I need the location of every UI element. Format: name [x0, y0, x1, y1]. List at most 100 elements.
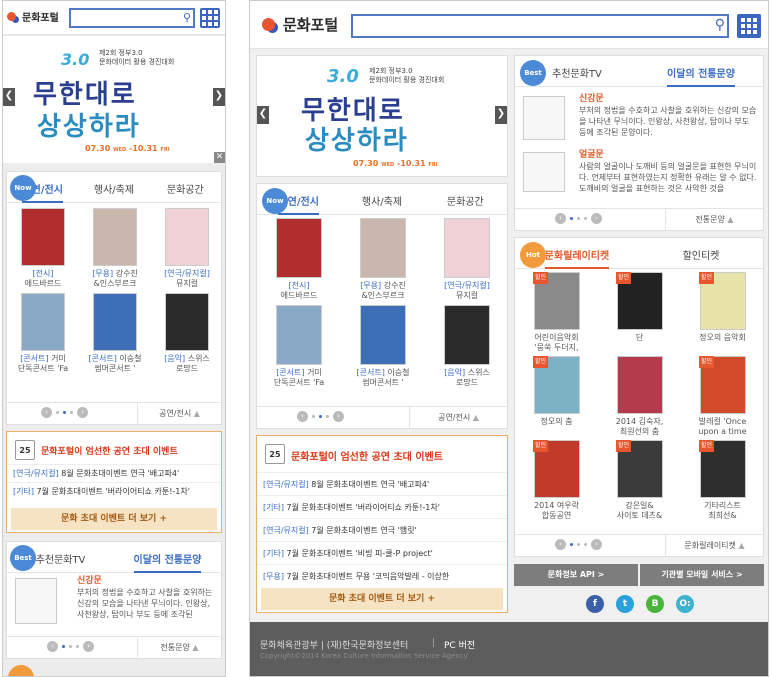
band-icon[interactable]: B [646, 595, 664, 613]
logo[interactable]: 문화포털 [262, 14, 338, 35]
twitter-icon[interactable]: t [616, 595, 634, 613]
prev-icon[interactable]: ‹ [41, 407, 52, 418]
tab-space[interactable]: 문화공간 [424, 184, 507, 214]
next-icon[interactable]: › [77, 407, 88, 418]
poster-image[interactable] [165, 293, 209, 351]
poster-image[interactable] [616, 356, 663, 414]
list-item[interactable]: 할인 어린이음악회 '뭉쑥 두더지, [515, 272, 598, 353]
promo-banner[interactable]: 3.0 제2회 정부3.0 문화데이터 활용 경진대회 무한대로 상상하라 07… [3, 36, 225, 163]
search-input[interactable]: ⚲ [69, 8, 195, 28]
poster-image[interactable] [276, 218, 322, 278]
event-row[interactable]: [연극/뮤지컬] 8월 문화초대이벤트 연극 '배고파4' [257, 472, 507, 495]
pager-nav: ‹ › [47, 641, 94, 652]
poster-image[interactable] [360, 218, 406, 278]
list-item[interactable]: [음악] 스위스 로망드 [425, 305, 509, 388]
event-row[interactable]: [무용] 7월 문화초대이벤트 무용 '코믹음악발레 - 이상한 [257, 564, 507, 587]
list-item[interactable]: 할인 강은일& 사이토 데츠& [598, 440, 681, 521]
list-item[interactable]: [음악] 스위스 로망드 [151, 293, 223, 374]
poster-image[interactable] [276, 305, 322, 365]
mobile-service-button[interactable]: 기관별 모바일 서비스 > [640, 564, 764, 586]
banner-prev-button[interactable]: ❮ [257, 106, 269, 124]
tradition-item[interactable]: 신강문 부처의 정법을 수호하고 사찰을 호위하는 신강의 모습을 나타낸 무늬… [7, 574, 221, 636]
pc-version-link[interactable]: PC 버전 [444, 638, 475, 651]
search-icon[interactable]: ⚲ [715, 17, 725, 33]
next-icon[interactable]: › [83, 641, 94, 652]
tab-festival[interactable]: 행사/축제 [340, 184, 423, 214]
list-item[interactable]: [전시] 에드바르드 [7, 208, 79, 289]
list-item[interactable]: [콘서트] 거미 단독콘서트 'Fa [257, 305, 341, 388]
tab-discount-ticket[interactable]: 할인티켓 [639, 238, 763, 268]
pattern-name: 신강문 [579, 94, 604, 104]
event-row[interactable]: [기타] 7월 문화초대이벤트 '비빙 피-쿨-P project' [257, 541, 507, 564]
list-item[interactable]: 할인 정오의 음악회 [681, 272, 764, 353]
prev-icon[interactable]: ‹ [47, 641, 58, 652]
list-item[interactable]: [콘서트] 이승철 썸머콘서트 ' [79, 293, 151, 374]
discount-tag: 할인 [533, 440, 549, 452]
event-row[interactable]: [연극/뮤지컬] 8월 문화초대이벤트 연극 '배고파4' [7, 464, 221, 482]
next-icon[interactable]: › [333, 411, 344, 422]
list-item[interactable]: [연극/뮤지컬] 뮤지컬 [151, 208, 223, 289]
event-more-button[interactable]: 문화 초대 이벤트 더 보기 + [11, 508, 217, 530]
poster-image[interactable] [165, 208, 209, 266]
menu-button[interactable] [737, 14, 761, 38]
tab-festival[interactable]: 행사/축제 [78, 172, 149, 202]
poster-image[interactable] [360, 305, 406, 365]
next-icon[interactable]: › [591, 539, 602, 550]
tab-pattern[interactable]: 이달의 전통문양 [639, 56, 763, 87]
search-icon[interactable]: ⚲ [183, 11, 191, 24]
list-item[interactable]: 할인 단 [598, 272, 681, 353]
prev-icon[interactable]: ‹ [297, 411, 308, 422]
tradition-item[interactable]: 얼굴문 사람의 얼굴이나 도깨비 등의 얼굴문을 표현한 무늬이다. 언제부터 … [515, 148, 763, 204]
list-item[interactable]: 할인 2014 여우락 합동공연 [515, 440, 598, 521]
list-item[interactable]: [콘서트] 거미 단독콘서트 'Fa [7, 293, 79, 374]
list-item[interactable]: 할인 발레컬 'Once upon a time [681, 356, 764, 437]
list-item[interactable]: 2014 김숙자, 최원선의 춤 [598, 356, 681, 437]
facebook-icon[interactable]: f [586, 595, 604, 613]
list-item[interactable]: [콘서트] 이승철 썸머콘서트 ' [341, 305, 425, 388]
tradition-more-link[interactable]: 전통문양 ▲ [665, 209, 763, 230]
list-item[interactable]: [무용] 강수진 &인스부르크 [341, 218, 425, 301]
poster-image[interactable] [444, 305, 490, 365]
ticket-more-link[interactable]: 문화릴레이티켓 ▲ [665, 535, 763, 556]
performance-card: Now 공연/전시 행사/축제 문화공간 [전시] 에드바르드 [무용] 강수진 &… [6, 171, 222, 425]
list-item[interactable]: 할인 정오의 춤 [515, 356, 598, 437]
list-item[interactable]: [무용] 강수진 &인스부르크 [79, 208, 151, 289]
promo-banner[interactable]: 3.0 제2회 정부3.0 문화데이터 활용 경진대회 무한대로 상상하라 07… [256, 55, 508, 177]
tab-space[interactable]: 문화공간 [150, 172, 221, 202]
next-icon[interactable]: › [591, 213, 602, 224]
best-badge: Best [520, 60, 546, 86]
banner-next-button[interactable]: ❯ [213, 88, 225, 106]
poster-image[interactable] [21, 293, 65, 351]
list-item[interactable]: [전시] 에드바르드 [257, 218, 341, 301]
list-item[interactable]: [연극/뮤지컬] 뮤지컬 [425, 218, 509, 301]
tradition-item[interactable]: 신강문 부처의 정법을 수호하고 사찰을 호위하는 신강의 모습을 나타낸 무늬… [515, 92, 763, 144]
poster-image[interactable] [444, 218, 490, 278]
performance-more-link[interactable]: 공연/전시 ▲ [409, 407, 507, 428]
search-input[interactable]: ⚲ [351, 14, 729, 38]
pattern-image [523, 152, 565, 192]
prev-icon[interactable]: ‹ [555, 213, 566, 224]
tradition-more-link[interactable]: 전통문양 ▲ [137, 637, 221, 658]
performance-more-link[interactable]: 공연/전시 ▲ [137, 403, 221, 424]
banner-prev-button[interactable]: ❮ [3, 88, 15, 106]
prev-icon[interactable]: ‹ [555, 539, 566, 550]
event-row[interactable]: [연극/뮤지컬] 7월 문화초대이벤트 연극 '햄릿' [257, 518, 507, 541]
logo[interactable]: 문화포털 [7, 9, 59, 24]
pattern-desc: 부처의 정법을 수호하고 사찰을 호위하는 신강의 모습을 나타낸 무늬이다. … [579, 106, 757, 137]
poster-image[interactable] [21, 208, 65, 266]
banner-next-button[interactable]: ❯ [495, 106, 507, 124]
kakaostory-icon[interactable]: O: [676, 595, 694, 613]
tradition-pager: ‹ › 전통문양 ▲ [515, 208, 763, 230]
poster-image[interactable] [93, 293, 137, 351]
menu-button[interactable] [200, 8, 220, 28]
api-button[interactable]: 문화정보 API > [514, 564, 638, 586]
list-item[interactable]: 할인 기타리스트 최희선& [681, 440, 764, 521]
event-row[interactable]: [기타] 7월 문화초대이벤트 '버라이어티쇼 카툰!-1차' [7, 482, 221, 500]
banner-close-icon[interactable]: ✕ [214, 152, 225, 163]
pager-nav: ‹ › [297, 411, 344, 422]
tab-pattern[interactable]: 이달의 전통문양 [114, 542, 221, 573]
event-more-button[interactable]: 문화 초대 이벤트 더 보기 + [261, 588, 503, 610]
banner-edition: 3.0 [61, 50, 90, 69]
event-row[interactable]: [기타] 7월 문화초대이벤트 '버라이어티쇼 카툰!-1차' [257, 495, 507, 518]
poster-image[interactable] [93, 208, 137, 266]
